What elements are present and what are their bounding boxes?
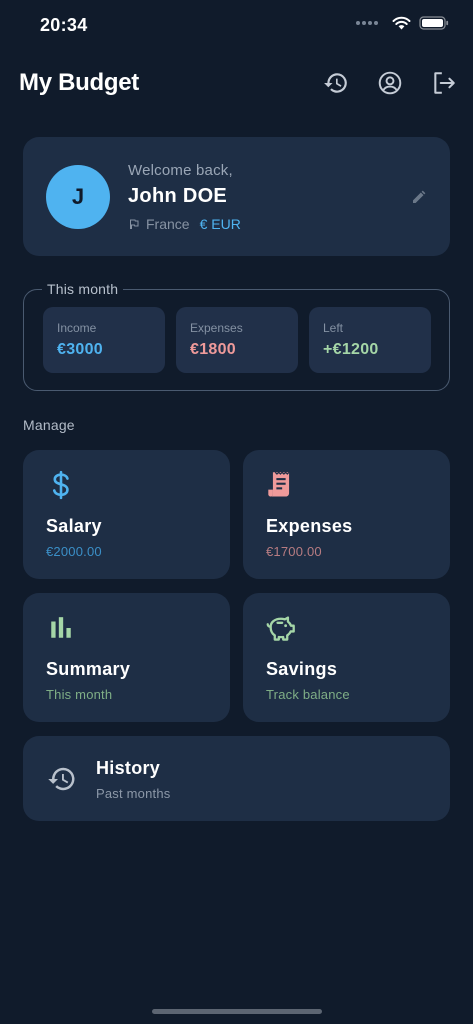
income-stat: Income €3000 [43, 307, 165, 373]
savings-tile[interactable]: Savings Track balance [243, 593, 450, 722]
edit-profile-button[interactable] [410, 188, 428, 206]
left-value: +€1200 [323, 341, 379, 358]
avatar: J [46, 165, 110, 229]
left-stat: Left +€1200 [309, 307, 431, 373]
logout-icon [434, 72, 455, 94]
income-value: €3000 [57, 341, 103, 358]
piggy-bank-icon [266, 613, 296, 643]
receipt-icon [266, 470, 296, 500]
wifi-icon [392, 16, 411, 30]
salary-tile[interactable]: Salary €2000.00 [23, 450, 230, 579]
this-month-section: This month Income €3000 Expenses €1800 L… [23, 281, 450, 391]
home-indicator[interactable] [152, 1009, 322, 1014]
expenses-title: Expenses [266, 516, 353, 536]
income-label: Income [57, 321, 97, 335]
summary-tile[interactable]: Summary This month [23, 593, 230, 722]
battery-icon [419, 16, 449, 30]
history-title: History [96, 758, 161, 778]
expenses-label: Expenses [190, 321, 243, 335]
history-card[interactable]: History Past months [23, 736, 450, 821]
profile-meta: France € EUR [128, 216, 241, 232]
this-month-label: This month [42, 281, 124, 297]
signal-icon [356, 21, 378, 25]
history-icon [324, 73, 347, 93]
welcome-text: Welcome back, [128, 162, 233, 179]
bar-chart-icon [46, 613, 76, 643]
status-time: 20:34 [40, 15, 88, 35]
expenses-tile[interactable]: Expenses €1700.00 [243, 450, 450, 579]
account-icon [378, 71, 402, 95]
logout-button[interactable] [429, 68, 459, 98]
salary-title: Salary [46, 516, 102, 536]
country-label: France [146, 216, 190, 232]
history-subtitle: Past months [96, 786, 171, 801]
user-name: John DOE [128, 185, 228, 207]
expenses-stat: Expenses €1800 [176, 307, 298, 373]
account-button[interactable] [375, 68, 405, 98]
left-label: Left [323, 321, 344, 335]
app-header: My Budget [0, 64, 473, 104]
savings-subtitle: Track balance [266, 687, 350, 702]
profile-card: J Welcome back, John DOE France € EUR [23, 137, 450, 256]
manage-label: Manage [23, 417, 75, 433]
summary-subtitle: This month [46, 687, 113, 702]
salary-amount: €2000.00 [46, 544, 102, 559]
expenses-value: €1800 [190, 341, 236, 358]
history-card-icon [47, 764, 77, 794]
edit-icon [413, 190, 426, 203]
dollar-icon [46, 470, 76, 500]
flag-icon [130, 219, 139, 229]
page-title: My Budget [19, 69, 139, 96]
status-bar: 20:34 [0, 0, 473, 52]
history-button[interactable] [321, 68, 351, 98]
status-icons [356, 16, 449, 30]
currency-label: € EUR [199, 216, 241, 232]
savings-title: Savings [266, 659, 338, 679]
summary-title: Summary [46, 659, 131, 679]
expenses-amount: €1700.00 [266, 544, 322, 559]
